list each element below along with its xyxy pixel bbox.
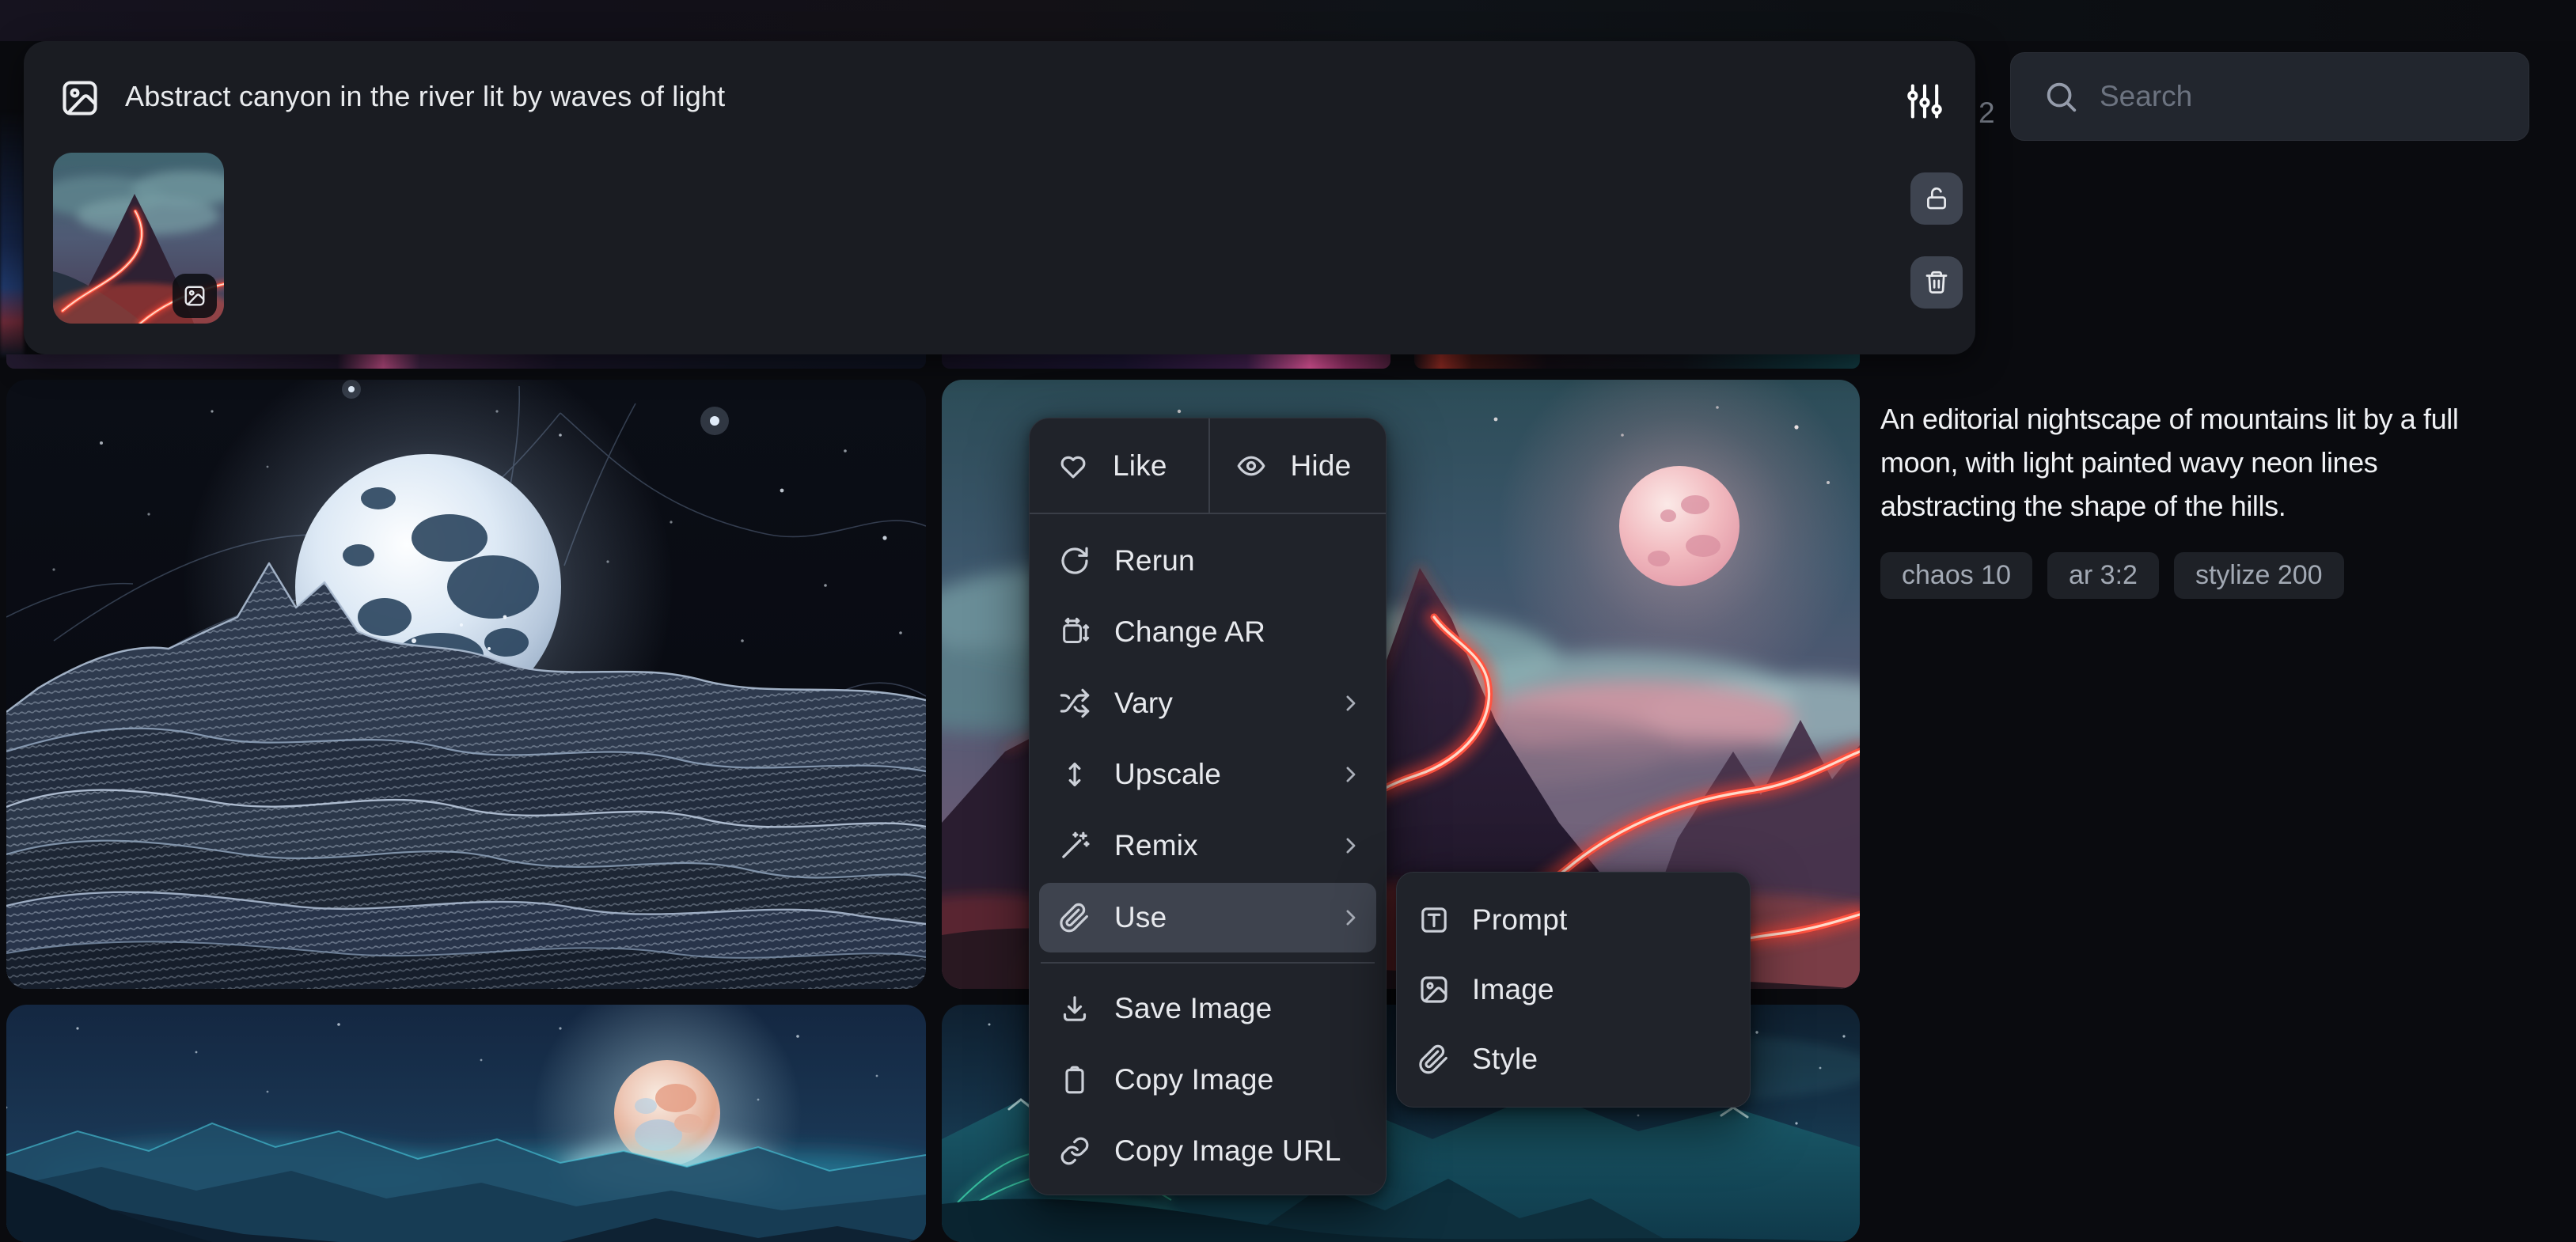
image-tile-teal-moon-valley[interactable]	[6, 1005, 926, 1242]
submenu-item-label: Prompt	[1472, 903, 1567, 937]
menu-item-label: Save Image	[1114, 992, 1272, 1025]
menu-item-label: Change AR	[1114, 615, 1265, 649]
chevron-right-icon	[1338, 834, 1362, 858]
partial-image-strip	[942, 354, 1390, 369]
tag-aspect-ratio[interactable]: ar 3:2	[2047, 552, 2159, 599]
filter-settings-button[interactable]	[1896, 73, 1953, 130]
description-line: abstracting the shape of the hills.	[1880, 484, 2553, 528]
chevron-right-icon	[1338, 906, 1362, 930]
image-description[interactable]: An editorial nightscape of mountains lit…	[1880, 397, 2553, 528]
link-icon	[1059, 1135, 1091, 1167]
search-input[interactable]	[2098, 79, 2529, 114]
clipboard-icon	[1059, 1064, 1091, 1096]
blurred-header-backdrop	[0, 0, 2576, 41]
use-submenu: Prompt Image Style	[1396, 872, 1751, 1108]
image-icon	[1418, 974, 1450, 1005]
partial-image-edge	[0, 111, 24, 356]
parameter-tags: chaos 10 ar 3:2 stylize 200	[1880, 552, 2344, 599]
submenu-item-prompt[interactable]: Prompt	[1397, 885, 1750, 955]
search-box	[2010, 52, 2529, 141]
submenu-item-style[interactable]: Style	[1397, 1024, 1750, 1094]
menu-item-remix[interactable]: Remix	[1030, 810, 1386, 881]
submenu-item-image[interactable]: Image	[1397, 955, 1750, 1024]
prompt-image-thumbnail[interactable]	[53, 153, 224, 324]
menu-item-vary[interactable]: Vary	[1030, 668, 1386, 739]
menu-item-label: Use	[1114, 901, 1167, 934]
image-icon	[183, 284, 207, 308]
tag-stylize[interactable]: stylize 200	[2174, 552, 2344, 599]
menu-item-label: Upscale	[1114, 758, 1221, 791]
menu-item-use[interactable]: Use	[1039, 883, 1376, 952]
rerun-icon	[1059, 545, 1091, 577]
tag-chaos[interactable]: chaos 10	[1880, 552, 2032, 599]
description-line: An editorial nightscape of mountains lit…	[1880, 397, 2553, 441]
submenu-item-label: Image	[1472, 973, 1554, 1006]
shuffle-icon	[1059, 687, 1091, 719]
description-line: moon, with light painted wavy neon lines	[1880, 441, 2553, 484]
prompt-text[interactable]: Abstract canyon in the river lit by wave…	[125, 77, 725, 116]
aspect-ratio-icon	[1059, 616, 1091, 648]
image-tile-wireframe-moon[interactable]	[6, 380, 926, 989]
wand-icon	[1059, 830, 1091, 861]
menu-item-upscale[interactable]: Upscale	[1030, 739, 1386, 810]
menu-item-save-image[interactable]: Save Image	[1030, 973, 1386, 1044]
menu-item-copy-image[interactable]: Copy Image	[1030, 1044, 1386, 1115]
search-icon	[2043, 78, 2079, 115]
unlock-button[interactable]	[1910, 172, 1963, 225]
chevron-right-icon	[1338, 763, 1362, 786]
prompt-bar: Abstract canyon in the river lit by wave…	[24, 41, 1975, 354]
menu-item-rerun[interactable]: Rerun	[1030, 525, 1386, 596]
eye-icon	[1235, 450, 1267, 482]
menu-item-label: Remix	[1114, 829, 1198, 862]
submenu-item-label: Style	[1472, 1043, 1538, 1076]
quick-actions-row: Like Hide	[1030, 418, 1386, 513]
like-button[interactable]: Like	[1030, 418, 1208, 513]
hide-button[interactable]: Hide	[1208, 418, 1387, 513]
partial-image-strip	[1414, 354, 1860, 369]
menu-item-change-ar[interactable]: Change AR	[1030, 596, 1386, 668]
clipped-background-text: 2	[1978, 97, 1995, 130]
lock-open-icon	[1923, 185, 1950, 212]
text-box-icon	[1418, 904, 1450, 936]
menu-item-copy-image-url[interactable]: Copy Image URL	[1030, 1115, 1386, 1187]
paperclip-icon	[1418, 1043, 1450, 1075]
up-down-arrow-icon	[1059, 759, 1091, 790]
thumbnail-type-badge	[173, 274, 217, 318]
menu-item-label: Copy Image	[1114, 1063, 1274, 1096]
menu-item-label: Copy Image URL	[1114, 1134, 1341, 1168]
like-label: Like	[1113, 449, 1167, 483]
heart-icon	[1057, 450, 1089, 482]
image-icon	[59, 78, 101, 119]
chevron-right-icon	[1338, 691, 1362, 715]
delete-button[interactable]	[1910, 256, 1963, 309]
menu-item-label: Vary	[1114, 687, 1173, 720]
trash-icon	[1923, 269, 1950, 296]
image-context-menu: Like Hide Rerun Change AR Vary Upscale	[1029, 418, 1387, 1195]
partial-image-strip	[6, 354, 926, 369]
sliders-icon	[1904, 81, 1945, 122]
download-icon	[1059, 993, 1091, 1024]
paperclip-icon	[1059, 902, 1091, 933]
hide-label: Hide	[1291, 449, 1352, 483]
menu-item-label: Rerun	[1114, 544, 1195, 577]
